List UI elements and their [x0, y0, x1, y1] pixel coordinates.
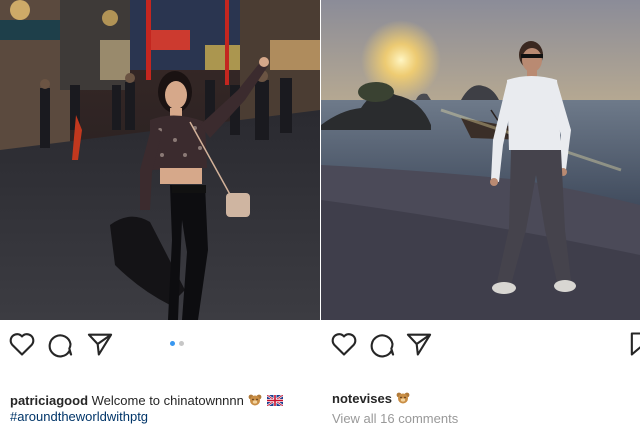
hashtag-link[interactable]: #aroundtheworldwithptg — [10, 409, 315, 425]
post-photo-chinatown-street[interactable] — [0, 0, 320, 320]
comment-icon[interactable] — [46, 330, 74, 358]
view-comments-link[interactable]: View all 16 comments — [332, 411, 458, 426]
teddy-bear-icon — [396, 392, 410, 404]
share-icon[interactable] — [405, 330, 433, 358]
like-icon[interactable] — [330, 330, 358, 358]
post-patriciagood: patriciagood Welcome to chinatownnnn #ar… — [0, 0, 320, 427]
carousel-dot — [179, 341, 184, 346]
save-icon[interactable] — [626, 330, 640, 358]
post-notevises: notevises View all 16 comments — [321, 0, 640, 427]
teddy-bear-icon — [248, 394, 261, 406]
username-link[interactable]: notevises — [332, 391, 392, 406]
like-icon[interactable] — [8, 330, 36, 358]
carousel-dot-active — [170, 341, 175, 346]
share-icon[interactable] — [86, 330, 114, 358]
post-photo-beach-sunset[interactable] — [321, 0, 640, 320]
uk-flag-icon — [267, 395, 284, 406]
post-caption: patriciagood Welcome to chinatownnnn #ar… — [10, 393, 315, 425]
post-actions — [0, 330, 320, 358]
username-link[interactable]: patriciagood — [10, 393, 88, 408]
post-caption: notevises — [332, 391, 410, 407]
caption-text: Welcome to chinatownnnn — [91, 393, 244, 408]
comment-icon[interactable] — [368, 330, 396, 358]
carousel-indicator — [170, 341, 190, 347]
post-actions — [321, 330, 640, 358]
